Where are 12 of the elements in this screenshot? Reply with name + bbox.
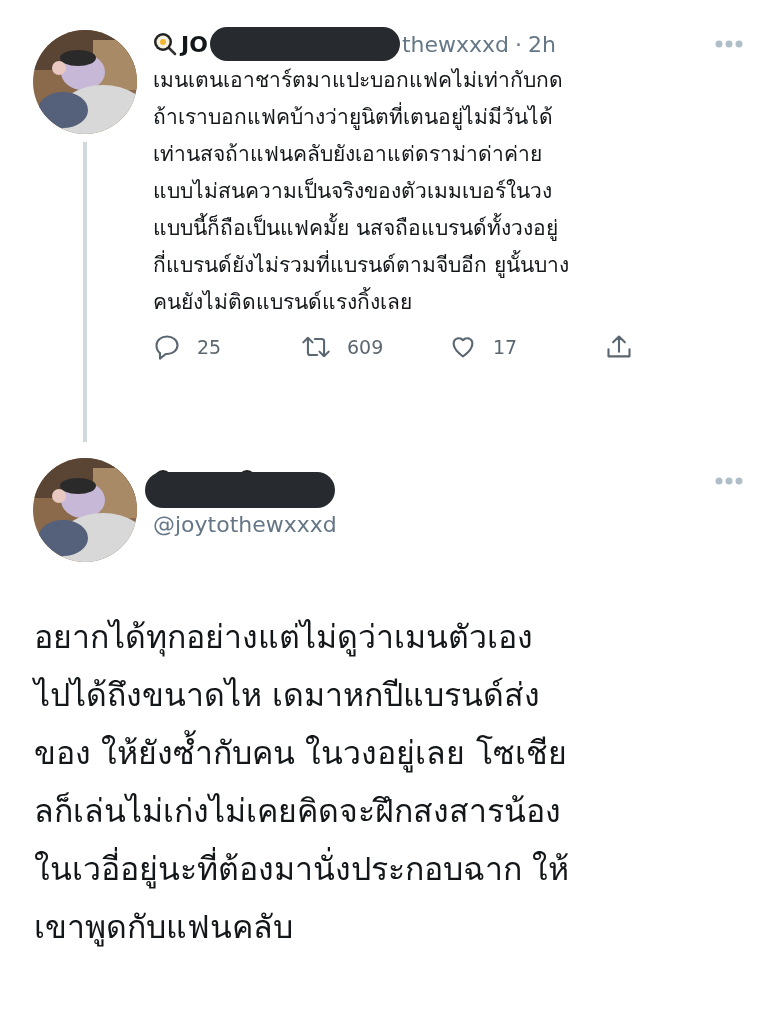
action-count: 609 [347, 335, 384, 360]
user-name: JO [181, 30, 208, 59]
action-count: 17 [493, 335, 518, 360]
separator-dot: · [515, 30, 522, 59]
tweet-text: อยากได้ทุกอย่างแต่ไม่ดูว่าเมนตัวเอง ไปได้ถึงขนาดไห เดมาหกปีแบรนด์ส่ง ของ ให้ยังซ้ำกับคน ในวงอยู่เลย โซเชีย ลก็เล่นไม่เก่งไม่เคยคิดจะฝึกสงสารน้อง ในเวอี่อยู่นะที่ต้องมานั่งประกอบฉาก ให้ เขาพูดกับแฟนคลับ [31, 617, 571, 949]
action-count: 25 [197, 335, 222, 360]
tweet-text: เมนเตนเอาชาร์ตมาแปะบอกแฟคไม่เท่ากับกด ถ้าเราบอกแฟคบ้างว่ายูนิตที่เตนอยู่ไม่มีวันได้ เท่านสจถ้าแฟนคลับยังเอาแต่ดราม่าด่าค่าย แบบไม่สนความเป็นจริงของตัวเมมเบอร์ในวง แบบนี้ก็ถือเป็นแฟคมั้ย นสจถือแบรนด์ทั้งวงอยู่ กี่แบรนด์ยังไม่รวมที่แบรนด์ตามจีบอีก ยูนั้นบาง คนยังไม่ติดแบรนด์แรงกิ้งเลย [153, 67, 570, 316]
reply-icon[interactable] [153, 333, 181, 362]
frying-pan-egg-icon [153, 32, 177, 56]
user-handle: @joytothewxxxd [153, 511, 338, 539]
timestamp: 2h [528, 30, 556, 59]
user-handle: thewxxxd [401, 30, 509, 59]
